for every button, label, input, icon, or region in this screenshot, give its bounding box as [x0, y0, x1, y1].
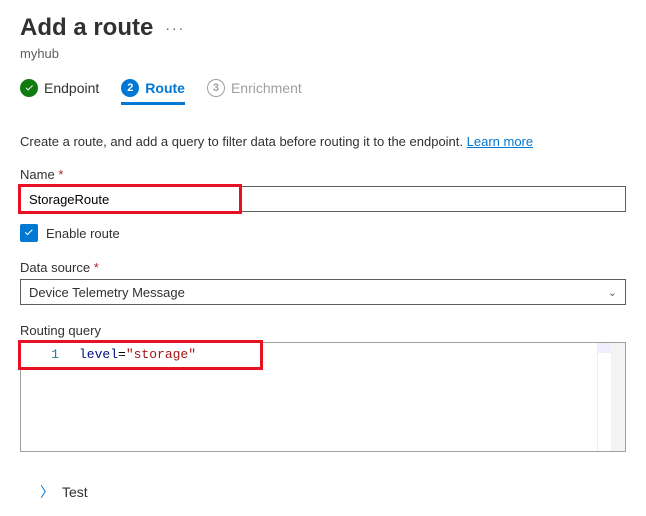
enable-route-label: Enable route	[46, 226, 120, 241]
select-value: Device Telemetry Message	[29, 285, 185, 300]
line-number-gutter: 1	[21, 343, 69, 451]
step-route[interactable]: 2 Route	[121, 79, 185, 105]
test-label: Test	[62, 484, 88, 500]
learn-more-link[interactable]: Learn more	[467, 134, 533, 149]
routing-query-field-label: Routing query	[20, 323, 626, 338]
label-text: Data source	[20, 260, 90, 275]
description: Create a route, and add a query to filte…	[20, 134, 626, 149]
label-text: Name	[20, 167, 55, 182]
step-label: Endpoint	[44, 80, 99, 96]
step-label: Route	[145, 80, 185, 96]
routing-query-editor[interactable]: 1 level="storage"	[20, 342, 626, 452]
stepper: Endpoint 2 Route 3 Enrichment	[20, 79, 626, 106]
line-number: 1	[21, 347, 59, 362]
description-text: Create a route, and add a query to filte…	[20, 134, 467, 149]
scrollbar[interactable]	[611, 343, 625, 451]
code-operator: =	[118, 347, 126, 362]
step-label: Enrichment	[231, 80, 302, 96]
checkmark-icon	[23, 227, 35, 239]
checkmark-icon	[20, 79, 38, 97]
minimap	[597, 343, 611, 451]
step-endpoint[interactable]: Endpoint	[20, 79, 99, 105]
data-source-select[interactable]: Device Telemetry Message ⌄	[20, 279, 626, 305]
required-asterisk: *	[58, 167, 63, 182]
step-enrichment[interactable]: 3 Enrichment	[207, 79, 302, 105]
breadcrumb: myhub	[20, 46, 626, 61]
page-title: Add a route	[20, 14, 153, 42]
code-line[interactable]: level="storage"	[69, 343, 597, 451]
more-icon[interactable]: ···	[165, 20, 185, 36]
step-number: 3	[207, 79, 225, 97]
name-field-label: Name *	[20, 167, 626, 182]
code-identifier: level	[79, 347, 118, 362]
step-number: 2	[121, 79, 139, 97]
test-expander[interactable]: 〉 Test	[40, 482, 626, 502]
data-source-field-label: Data source *	[20, 260, 626, 275]
enable-route-checkbox[interactable]	[20, 224, 38, 242]
chevron-right-icon: 〉	[40, 482, 54, 502]
required-asterisk: *	[94, 260, 99, 275]
name-input[interactable]	[20, 186, 626, 212]
chevron-down-icon: ⌄	[608, 286, 617, 299]
code-string: "storage"	[126, 347, 196, 362]
